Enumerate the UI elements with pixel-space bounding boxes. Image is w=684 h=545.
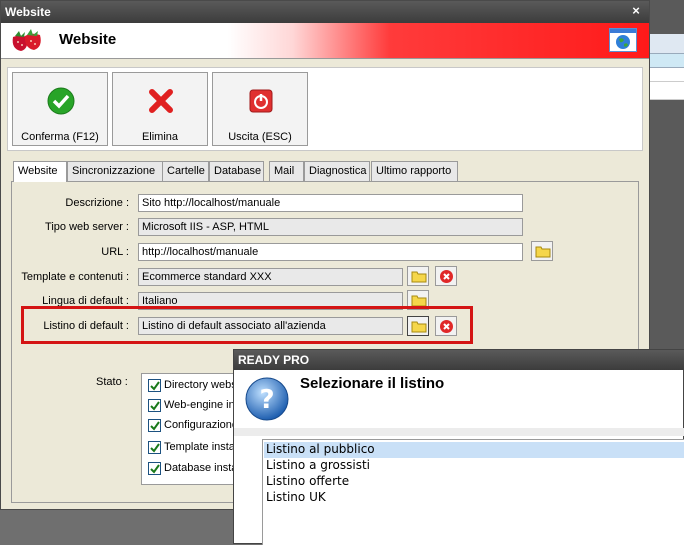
tab-diagnostica[interactable]: Diagnostica (304, 161, 370, 181)
background-row (650, 54, 684, 68)
tab-ultimo-rapporto[interactable]: Ultimo rapporto (371, 161, 458, 181)
stato-item-label: Web-engine in (164, 399, 235, 411)
question-icon: ? (245, 377, 289, 421)
close-button[interactable]: × (629, 4, 643, 18)
tab-website[interactable]: Website (13, 161, 67, 182)
stato-label: Stato : (96, 376, 128, 388)
confirm-button[interactable]: Conferma (F12) (12, 72, 108, 146)
clear-icon (440, 270, 453, 283)
listino-highlight (21, 306, 473, 344)
tipo-web-server-label: Tipo web server : (45, 221, 129, 233)
header-title: Website (59, 31, 117, 48)
tab-mail[interactable]: Mail (269, 161, 304, 181)
descrizione-label: Descrizione : (65, 197, 129, 209)
window-title: Website (5, 5, 51, 19)
tipo-web-server-field[interactable]: Microsoft IIS - ASP, HTML (138, 218, 523, 236)
background-row (650, 82, 684, 100)
template-clear-button[interactable] (435, 266, 457, 286)
list-item[interactable]: Listino al pubblico (264, 442, 684, 458)
listino-listbox[interactable]: Listino al pubblico Listino a grossisti … (262, 439, 684, 545)
checkbox[interactable] (148, 462, 161, 475)
select-listino-dialog: READY PRO ? Selezionare il listino Listi… (233, 349, 684, 545)
power-icon (249, 89, 273, 113)
tab-database[interactable]: Database (209, 161, 264, 181)
tab-cartelle[interactable]: Cartelle (162, 161, 209, 181)
check-icon (47, 87, 75, 115)
svg-text:?: ? (259, 385, 274, 415)
stato-item-label: Configurazione (164, 419, 238, 431)
dialog-separator (234, 428, 684, 436)
list-item[interactable]: Listino offerte (264, 474, 684, 490)
checkbox[interactable] (148, 379, 161, 392)
dialog-titlebar[interactable]: READY PRO (234, 350, 684, 370)
list-item[interactable]: Listino a grossisti (264, 458, 684, 474)
background-row (650, 34, 684, 54)
template-label: Template e contenuti : (21, 271, 129, 283)
folder-icon (411, 295, 427, 307)
checkbox[interactable] (148, 441, 161, 454)
exit-button[interactable]: Uscita (ESC) (212, 72, 308, 146)
window-titlebar[interactable]: Website × (1, 1, 649, 23)
folder-icon (535, 246, 551, 258)
globe-icon (609, 28, 637, 52)
confirm-label: Conferma (F12) (21, 131, 99, 143)
stato-item-label: Template insta (164, 441, 235, 453)
window-header: Website (1, 23, 649, 59)
delete-x-icon (149, 89, 173, 113)
background-row (650, 68, 684, 82)
folder-icon (411, 271, 427, 283)
url-browse-button[interactable] (531, 241, 553, 261)
stato-item-label: Directory webs (164, 379, 237, 391)
list-item[interactable]: Listino UK (264, 490, 684, 506)
stato-item-label: Database insta (164, 462, 238, 474)
checkbox[interactable] (148, 419, 161, 432)
descrizione-field[interactable]: Sito http://localhost/manuale (138, 194, 523, 212)
delete-button[interactable]: Elimina (112, 72, 208, 146)
url-label: URL : (101, 246, 129, 258)
exit-label: Uscita (ESC) (228, 131, 292, 143)
dialog-heading: Selezionare il listino (300, 375, 445, 392)
url-field[interactable]: http://localhost/manuale (138, 243, 523, 261)
checkbox[interactable] (148, 399, 161, 412)
strawberry-logo-icon (12, 29, 41, 51)
template-browse-button[interactable] (407, 266, 429, 286)
delete-label: Elimina (141, 131, 179, 143)
tab-sincronizzazione[interactable]: Sincronizzazione (67, 161, 167, 181)
template-field[interactable]: Ecommerce standard XXX (138, 268, 403, 286)
toolbar: Conferma (F12) Elimina Uscita (ESC) (7, 67, 643, 151)
stato-checklist: Directory webs Web-engine in Configurazi… (141, 373, 241, 485)
